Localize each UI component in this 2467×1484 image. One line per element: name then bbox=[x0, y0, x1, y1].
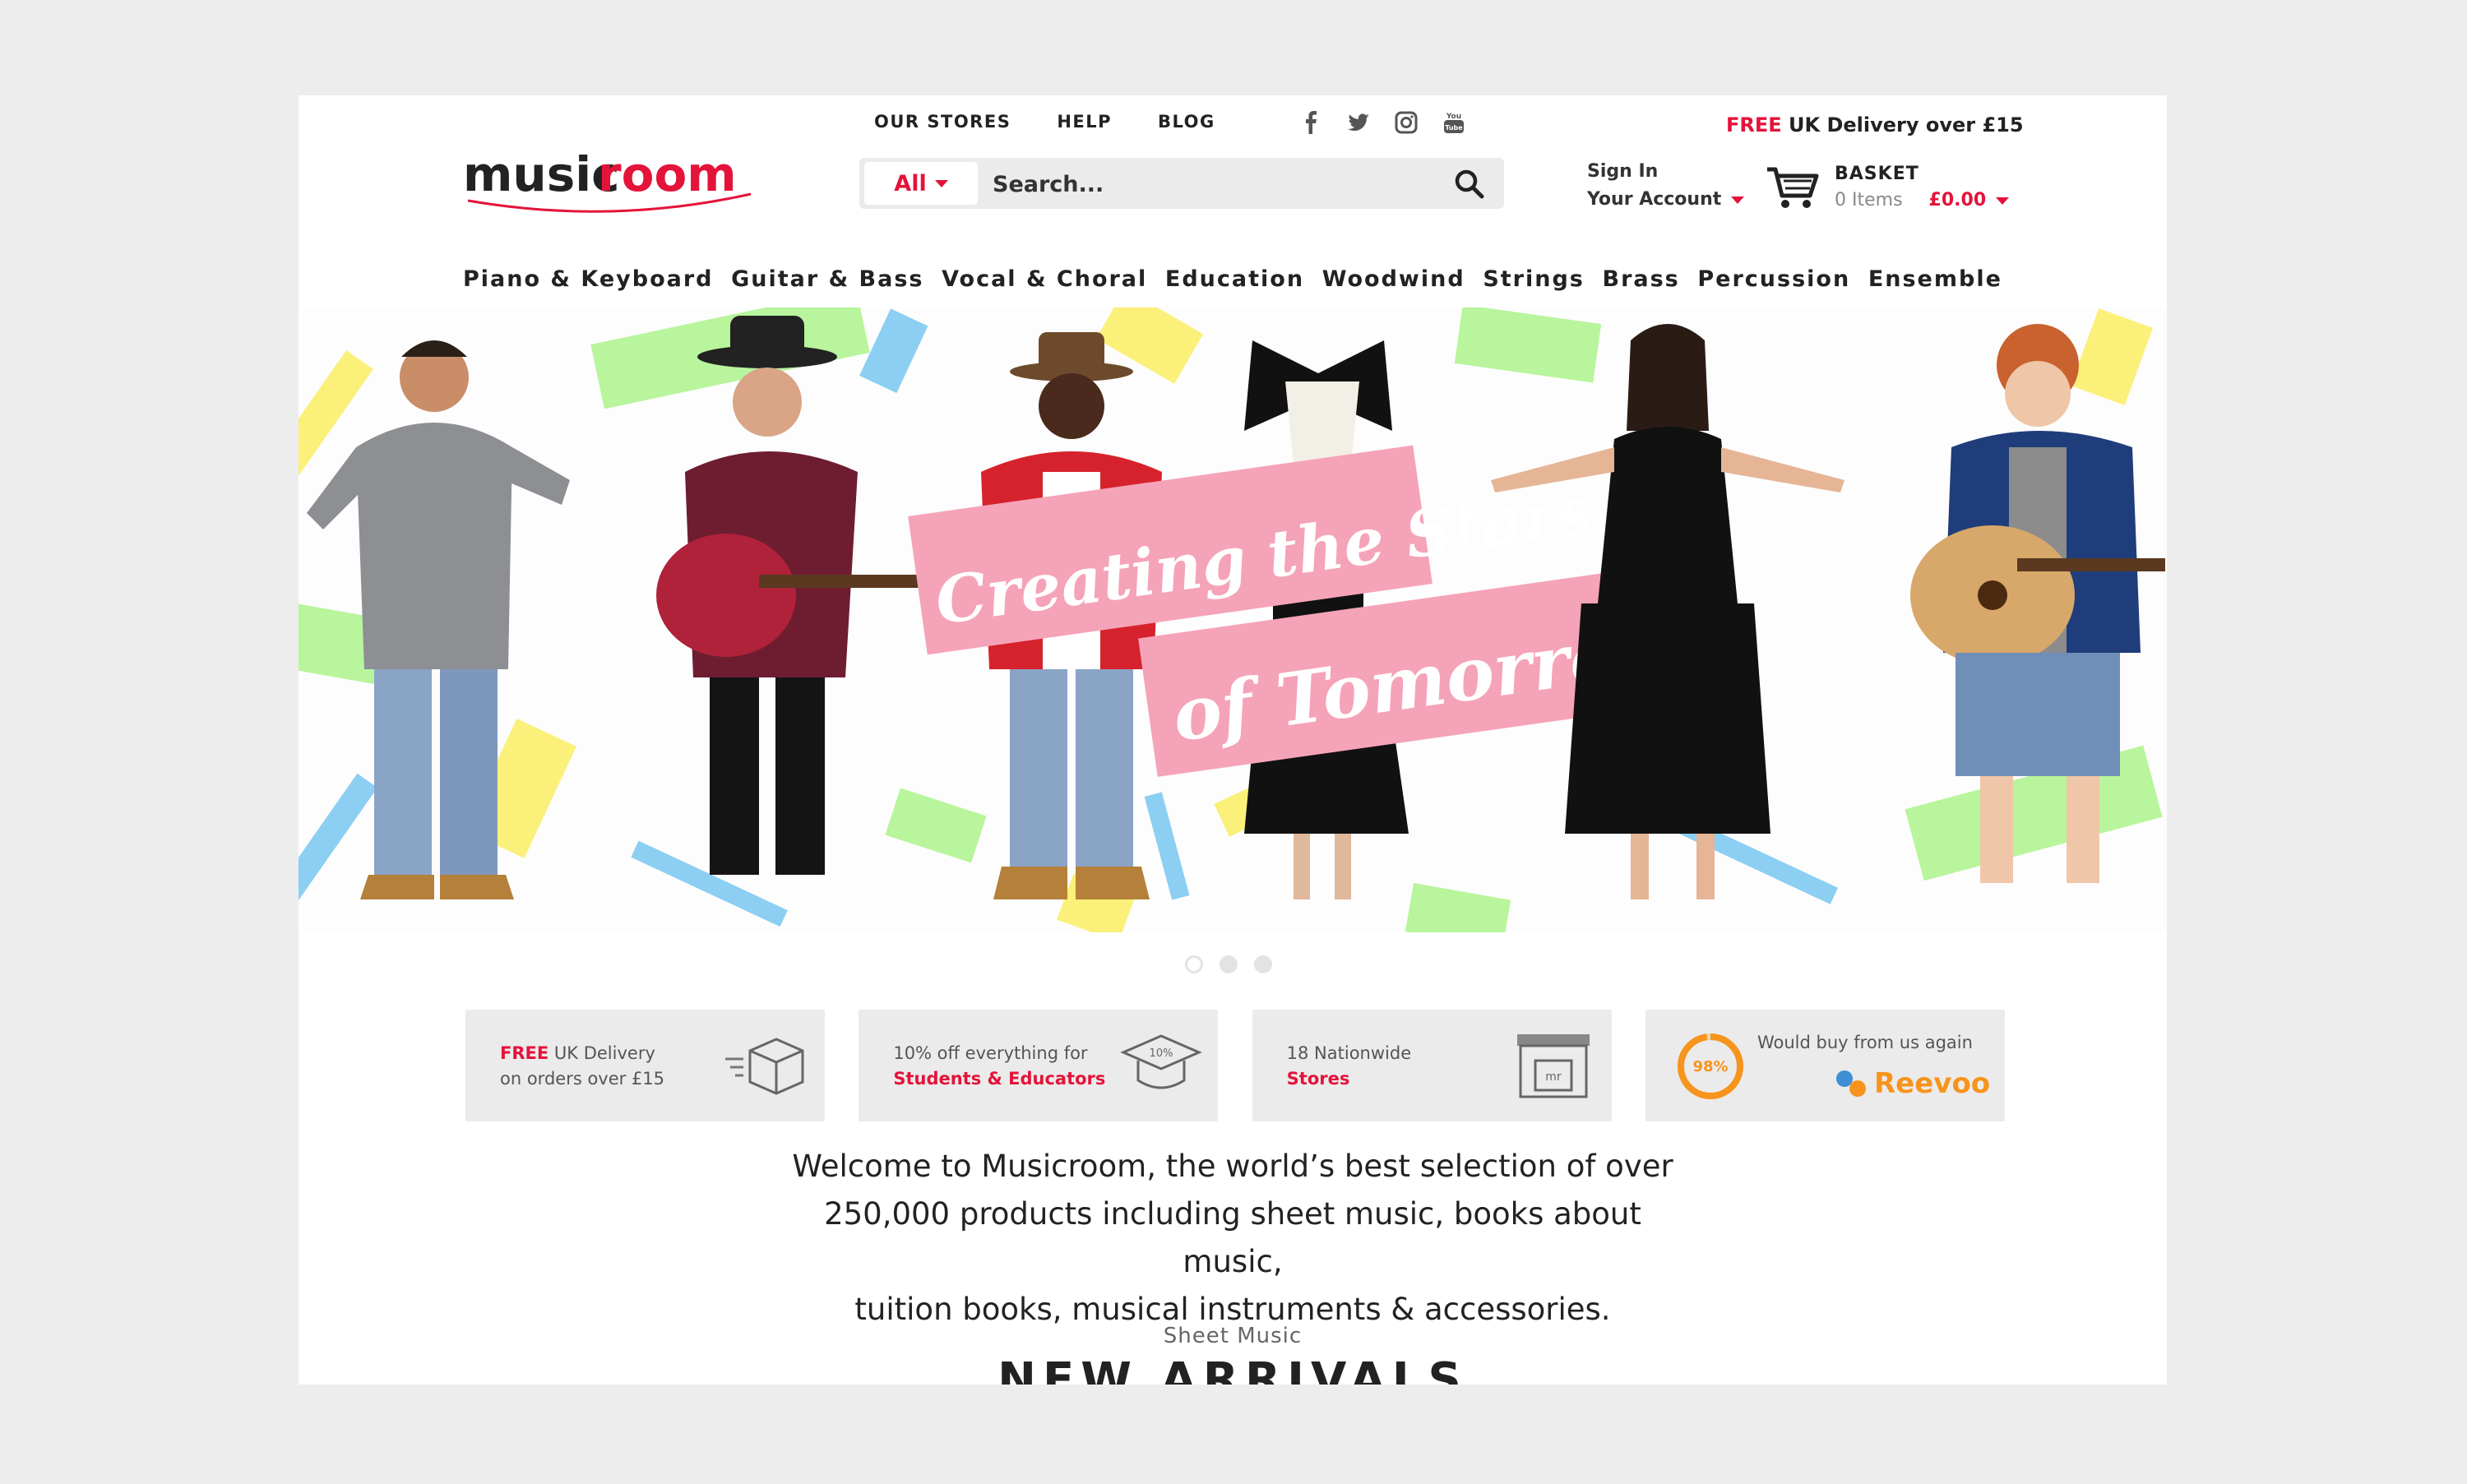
feature-stores-highlight: Stores bbox=[1286, 1069, 1350, 1089]
feature-students-discount[interactable]: 10% off everything for Students & Educat… bbox=[859, 1010, 1219, 1121]
logo-text-dark: music bbox=[463, 146, 620, 202]
feature-free-delivery[interactable]: FREE UK Delivery on orders over £15 bbox=[465, 1010, 825, 1121]
category-piano-keyboard[interactable]: Piano & Keyboard bbox=[463, 266, 713, 292]
account-menu[interactable]: Sign In Your Account bbox=[1587, 158, 1745, 214]
category-guitar-bass[interactable]: Guitar & Bass bbox=[731, 266, 923, 292]
free-delivery-text: UK Delivery over £15 bbox=[1781, 113, 2024, 136]
category-strings[interactable]: Strings bbox=[1483, 266, 1585, 292]
search-category-label: All bbox=[894, 170, 927, 196]
musicroom-logo[interactable]: music room bbox=[463, 143, 759, 225]
graduation-cap-icon: 10% bbox=[1120, 1034, 1203, 1089]
social-links: Tube You bbox=[1298, 110, 1466, 135]
facebook-icon[interactable] bbox=[1298, 110, 1323, 135]
hero-illustration: Creating the Stars of Tomorrow bbox=[299, 307, 2165, 932]
feature-free-subtext: on orders over £15 bbox=[500, 1069, 665, 1089]
basket-price: £0.00 bbox=[1928, 190, 1987, 210]
category-percussion[interactable]: Percussion bbox=[1697, 266, 1850, 292]
chevron-down-icon bbox=[1731, 196, 1745, 204]
svg-text:You: You bbox=[1446, 113, 1461, 121]
free-highlight: FREE bbox=[1726, 113, 1782, 136]
carousel-dot-1[interactable] bbox=[1185, 955, 1203, 973]
reevoo-logo: Reevoo bbox=[1873, 1067, 1991, 1100]
feature-nationwide-stores[interactable]: 18 Nationwide Stores mr bbox=[1252, 1010, 1612, 1121]
graduation-cap-badge: 10% bbox=[1150, 1047, 1173, 1060]
search-icon[interactable] bbox=[1453, 168, 1486, 201]
confetti-decoration bbox=[299, 307, 2163, 932]
category-education[interactable]: Education bbox=[1165, 266, 1304, 292]
carousel-dot-2[interactable] bbox=[1220, 955, 1238, 973]
box-icon bbox=[725, 1038, 804, 1095]
instagram-icon[interactable] bbox=[1394, 110, 1419, 135]
search-category-dropdown[interactable]: All bbox=[864, 162, 978, 205]
search-bar: All bbox=[859, 158, 1504, 209]
top-nav: OUR STORES HELP BLOG bbox=[874, 112, 1215, 132]
basket-title: BASKET bbox=[1835, 164, 1919, 184]
browser-page: music room OUR STORES HELP BLOG Tube You … bbox=[299, 95, 2167, 1385]
basket-icon[interactable] bbox=[1766, 164, 1820, 210]
nav-help[interactable]: HELP bbox=[1057, 112, 1112, 132]
feature-students-highlight: Students & Educators bbox=[893, 1069, 1106, 1089]
reevoo-score-ring: 98% bbox=[1677, 1033, 1743, 1099]
feature-students-text: 10% off everything for bbox=[893, 1043, 1088, 1063]
basket-items: 0 Items bbox=[1835, 190, 1903, 210]
category-vocal-choral[interactable]: Vocal & Choral bbox=[942, 266, 1147, 292]
category-woodwind[interactable]: Woodwind bbox=[1322, 266, 1465, 292]
reevoo-text: Would buy from us again bbox=[1757, 1033, 1973, 1052]
store-badge: mr bbox=[1545, 1070, 1562, 1084]
reevoo-percent: 98% bbox=[1692, 1058, 1728, 1075]
welcome-text: Welcome to Musicroom, the world’s best s… bbox=[299, 1143, 2167, 1334]
search-input[interactable] bbox=[991, 163, 1455, 206]
feature-strip: FREE UK Delivery on orders over £15 10% … bbox=[465, 1010, 2005, 1121]
feature-reevoo-rating[interactable]: 98% Would buy from us again Reevoo bbox=[1645, 1010, 2005, 1121]
category-brass[interactable]: Brass bbox=[1602, 266, 1679, 292]
chevron-down-icon bbox=[1996, 196, 2010, 205]
twitter-icon[interactable] bbox=[1346, 110, 1371, 135]
welcome-line-1: Welcome to Musicroom, the world’s best s… bbox=[792, 1149, 1673, 1184]
your-account-link[interactable]: Your Account bbox=[1587, 189, 1721, 210]
logo-text-red: room bbox=[598, 146, 737, 202]
nav-our-stores[interactable]: OUR STORES bbox=[874, 112, 1011, 132]
category-nav: Piano & Keyboard Guitar & Bass Vocal & C… bbox=[463, 266, 2002, 292]
sign-in-link[interactable]: Sign In bbox=[1587, 158, 1744, 186]
category-ensemble[interactable]: Ensemble bbox=[1868, 266, 2002, 292]
section-title: NEW ARRIVALS bbox=[997, 1353, 1468, 1385]
hero-banner[interactable]: Creating the Stars of Tomorrow bbox=[299, 307, 2167, 932]
chevron-down-icon bbox=[934, 179, 948, 187]
carousel-dot-3[interactable] bbox=[1254, 955, 1272, 973]
welcome-line-2: 250,000 products including sheet music, … bbox=[824, 1196, 1641, 1279]
basket-summary[interactable]: BASKET 0 Items £0.00 bbox=[1835, 161, 2010, 214]
youtube-icon[interactable]: Tube You bbox=[1442, 110, 1466, 135]
free-delivery-banner: FREE UK Delivery over £15 bbox=[1726, 113, 2024, 136]
section-label: Sheet Music bbox=[1163, 1324, 1303, 1348]
reevoo-icon bbox=[1835, 1070, 1866, 1097]
carousel-dots bbox=[1185, 955, 1272, 973]
feature-free-highlight: FREE bbox=[500, 1043, 549, 1063]
store-icon: mr bbox=[1516, 1034, 1590, 1098]
svg-text:Tube: Tube bbox=[1445, 124, 1463, 132]
feature-free-text: UK Delivery bbox=[548, 1043, 655, 1063]
feature-stores-text: 18 Nationwide bbox=[1286, 1043, 1412, 1063]
nav-blog[interactable]: BLOG bbox=[1158, 112, 1215, 132]
